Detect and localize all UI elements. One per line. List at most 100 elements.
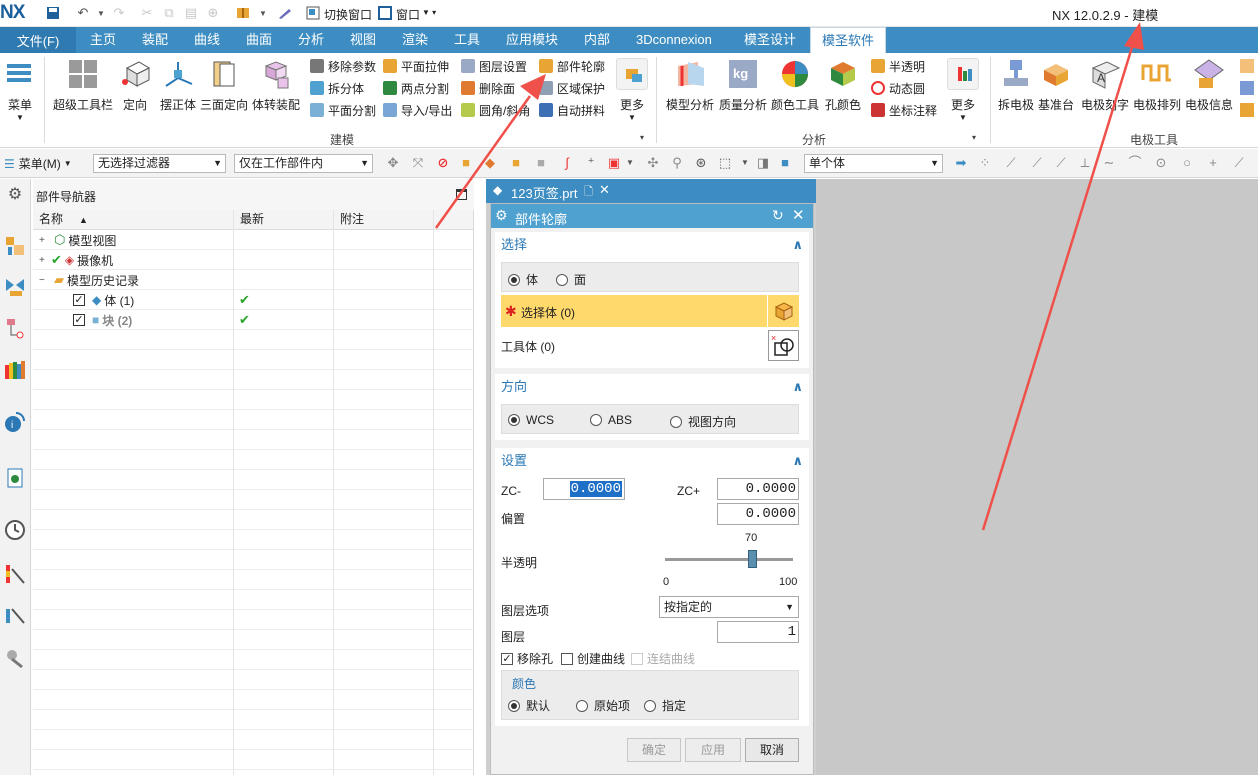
select-tool-icon-4[interactable]: ⚲ <box>670 156 684 170</box>
collapse-caret-icon[interactable]: ∧ <box>792 232 803 258</box>
collapse-caret-icon[interactable]: ∧ <box>792 448 803 474</box>
pen-icon[interactable] <box>276 4 294 22</box>
solid-body-icon[interactable]: ■ <box>459 156 473 170</box>
snap-quadrant-icon[interactable]: ○ <box>1180 156 1194 170</box>
layer-input[interactable]: 1 <box>717 621 799 643</box>
point-icon[interactable]: ⁺ <box>584 156 598 170</box>
radio-color-specify[interactable]: 指定 <box>644 697 686 714</box>
snap-box-icon[interactable]: ▣ <box>607 156 621 170</box>
select-tool-icon-2[interactable]: ⤧ <box>411 156 425 170</box>
window-menu-label[interactable]: 窗口 <box>396 6 420 23</box>
zc-minus-input[interactable]: 0.0000 <box>543 478 625 500</box>
menu-button[interactable]: 菜单 ▼ <box>0 58 50 122</box>
tab-application[interactable]: 应用模块 <box>504 27 560 53</box>
snap-line-icon-1[interactable]: ⟋ <box>1004 156 1018 170</box>
assembly-navigator-icon[interactable] <box>4 235 26 257</box>
group-expand-icon-2[interactable]: ▾ <box>972 133 976 142</box>
body-checkbox[interactable]: ✓ <box>73 294 85 306</box>
snap-wave-icon[interactable]: ∼ <box>1102 156 1116 170</box>
snap-line-icon-4[interactable]: ⟋ <box>1232 156 1246 170</box>
tab-mosheng-software[interactable]: 模圣软件 <box>810 27 886 53</box>
face-icon[interactable]: ■ <box>509 156 523 170</box>
tab-view[interactable]: 视图 <box>348 27 378 53</box>
mass-analysis-button[interactable]: kg 质量分析 <box>713 58 773 113</box>
collapse-minus-icon[interactable]: − <box>39 275 51 286</box>
selection-scope-dropdown[interactable]: 仅在工作部件内 ▼ <box>234 154 373 173</box>
expand-plus-icon[interactable]: + <box>39 255 51 266</box>
group-expand-icon-1[interactable]: ▾ <box>640 133 644 142</box>
electrode-info-button[interactable]: 电极信息 <box>1179 58 1239 113</box>
feature-icon[interactable]: ◆ <box>483 156 497 170</box>
more-button-2[interactable]: 更多 ▼ <box>933 58 993 122</box>
snap-line-icon-2[interactable]: ⟋ <box>1030 156 1044 170</box>
translucent-button[interactable]: 半透明 <box>871 56 925 76</box>
selection-filter-dropdown[interactable]: 无选择过滤器 ▼ <box>93 154 226 173</box>
two-point-split-button[interactable]: 两点分割 <box>383 78 449 98</box>
remove-holes-checkbox[interactable]: ✓ 移除孔 <box>501 650 553 667</box>
super-toolbar-button[interactable]: 超级工具栏 <box>53 58 113 113</box>
body-to-assembly-button[interactable]: 体转装配 <box>246 58 306 113</box>
delete-face-button[interactable]: 删除面 <box>461 78 515 98</box>
tree-item-body[interactable]: ✓ ◆ 体 (1) <box>73 290 134 310</box>
radio-wcs[interactable]: WCS <box>508 413 554 427</box>
select-section-header[interactable]: 选择 ∧ <box>495 232 809 258</box>
tab-home[interactable]: 主页 <box>88 27 118 53</box>
file-menu[interactable]: 文件(F) <box>0 27 76 53</box>
remove-params-button[interactable]: 移除参数 <box>310 56 376 76</box>
snap-tangent-icon[interactable]: ⟂ <box>1078 156 1092 170</box>
tree-item-model-views[interactable]: + ⬡ 模型视图 <box>39 230 116 250</box>
tab-analysis[interactable]: 分析 <box>296 27 326 53</box>
switch-window-label[interactable]: 切换窗口 <box>324 6 372 23</box>
split-body-button[interactable]: 拆分体 <box>310 78 364 98</box>
radio-face[interactable]: 面 <box>556 271 586 288</box>
snap-center-icon[interactable]: ⊙ <box>1154 156 1168 170</box>
select-body-button[interactable] <box>767 295 799 327</box>
box-select-icon[interactable]: ⬚ <box>718 156 732 170</box>
menu-dropdown[interactable]: ☰ 菜单(M) ▼ <box>4 155 72 172</box>
book-icon[interactable] <box>234 4 252 22</box>
switch-window-icon[interactable] <box>304 4 322 22</box>
maximize-icon[interactable] <box>456 189 467 200</box>
column-header-name[interactable]: 名称 ▲ <box>33 210 234 230</box>
tree-item-block[interactable]: ✓ ■ 块 (2) <box>73 310 132 330</box>
dynamic-circle-button[interactable]: 动态圆 <box>871 78 925 98</box>
ok-button[interactable]: 确定 <box>627 738 681 762</box>
create-curves-checkbox[interactable]: 创建曲线 <box>561 650 625 667</box>
document-tab[interactable]: ◆ 123页签.prt 🗋 ✕ <box>486 179 816 203</box>
apply-button[interactable]: 应用 <box>685 738 741 762</box>
no-entry-icon[interactable]: ⊘ <box>436 156 450 170</box>
select-tool-icon-1[interactable]: ✥ <box>386 156 400 170</box>
tab-tools[interactable]: 工具 <box>452 27 482 53</box>
plane-split-button[interactable]: 平面分割 <box>310 100 376 120</box>
book-dropdown-icon[interactable]: ▼ <box>254 4 272 22</box>
settings-section-header[interactable]: 设置 ∧ <box>495 448 809 474</box>
snap-arc-icon[interactable]: ⌒ <box>1128 156 1142 170</box>
save-icon[interactable] <box>44 4 62 22</box>
tree-item-cameras[interactable]: + ✔ ◈ 摄像机 <box>39 250 113 270</box>
body-select-icon-1[interactable]: ◨ <box>756 156 770 170</box>
tab-close-icon[interactable]: ✕ <box>599 182 610 198</box>
box-select-dropdown-icon[interactable]: ▼ <box>738 156 752 170</box>
part-navigator-icon[interactable] <box>4 317 26 339</box>
select-tool-icon-5[interactable]: ⊛ <box>694 156 708 170</box>
auto-stitch-button[interactable]: 自动拼料 <box>539 100 605 120</box>
model-analysis-button[interactable]: 模型分析 <box>660 58 720 113</box>
web-browser-icon[interactable]: i <box>4 411 26 433</box>
more-button-1[interactable]: 更多 ▼ <box>602 58 662 122</box>
tab-mosheng-design[interactable]: 模圣设计 <box>742 27 798 53</box>
electrode-extra-icon-1[interactable] <box>1240 59 1254 73</box>
select-tool-icon-3[interactable]: ✣ <box>646 156 660 170</box>
window-dropdown-icon[interactable]: ▼ ▾ <box>422 8 436 17</box>
settings-gear-icon[interactable]: ⚙ <box>4 183 26 205</box>
body-type-dropdown[interactable]: 单个体 ▼ <box>804 154 943 173</box>
offset-input[interactable]: 0.0000 <box>717 503 799 525</box>
radio-body[interactable]: 体 <box>508 271 538 288</box>
select-body-row[interactable]: ✱ 选择体 (0) <box>501 295 767 327</box>
history-clock-icon[interactable] <box>4 519 26 541</box>
column-header-note[interactable]: 附注 <box>334 210 434 230</box>
tree-item-model-history[interactable]: − ▰ 模型历史记录 <box>39 270 139 290</box>
expand-plus-icon[interactable]: + <box>39 235 51 246</box>
snap-dropdown-icon[interactable]: ▼ <box>623 156 637 170</box>
radio-abs[interactable]: ABS <box>590 413 632 427</box>
tool-body-button[interactable]: × <box>768 330 799 361</box>
